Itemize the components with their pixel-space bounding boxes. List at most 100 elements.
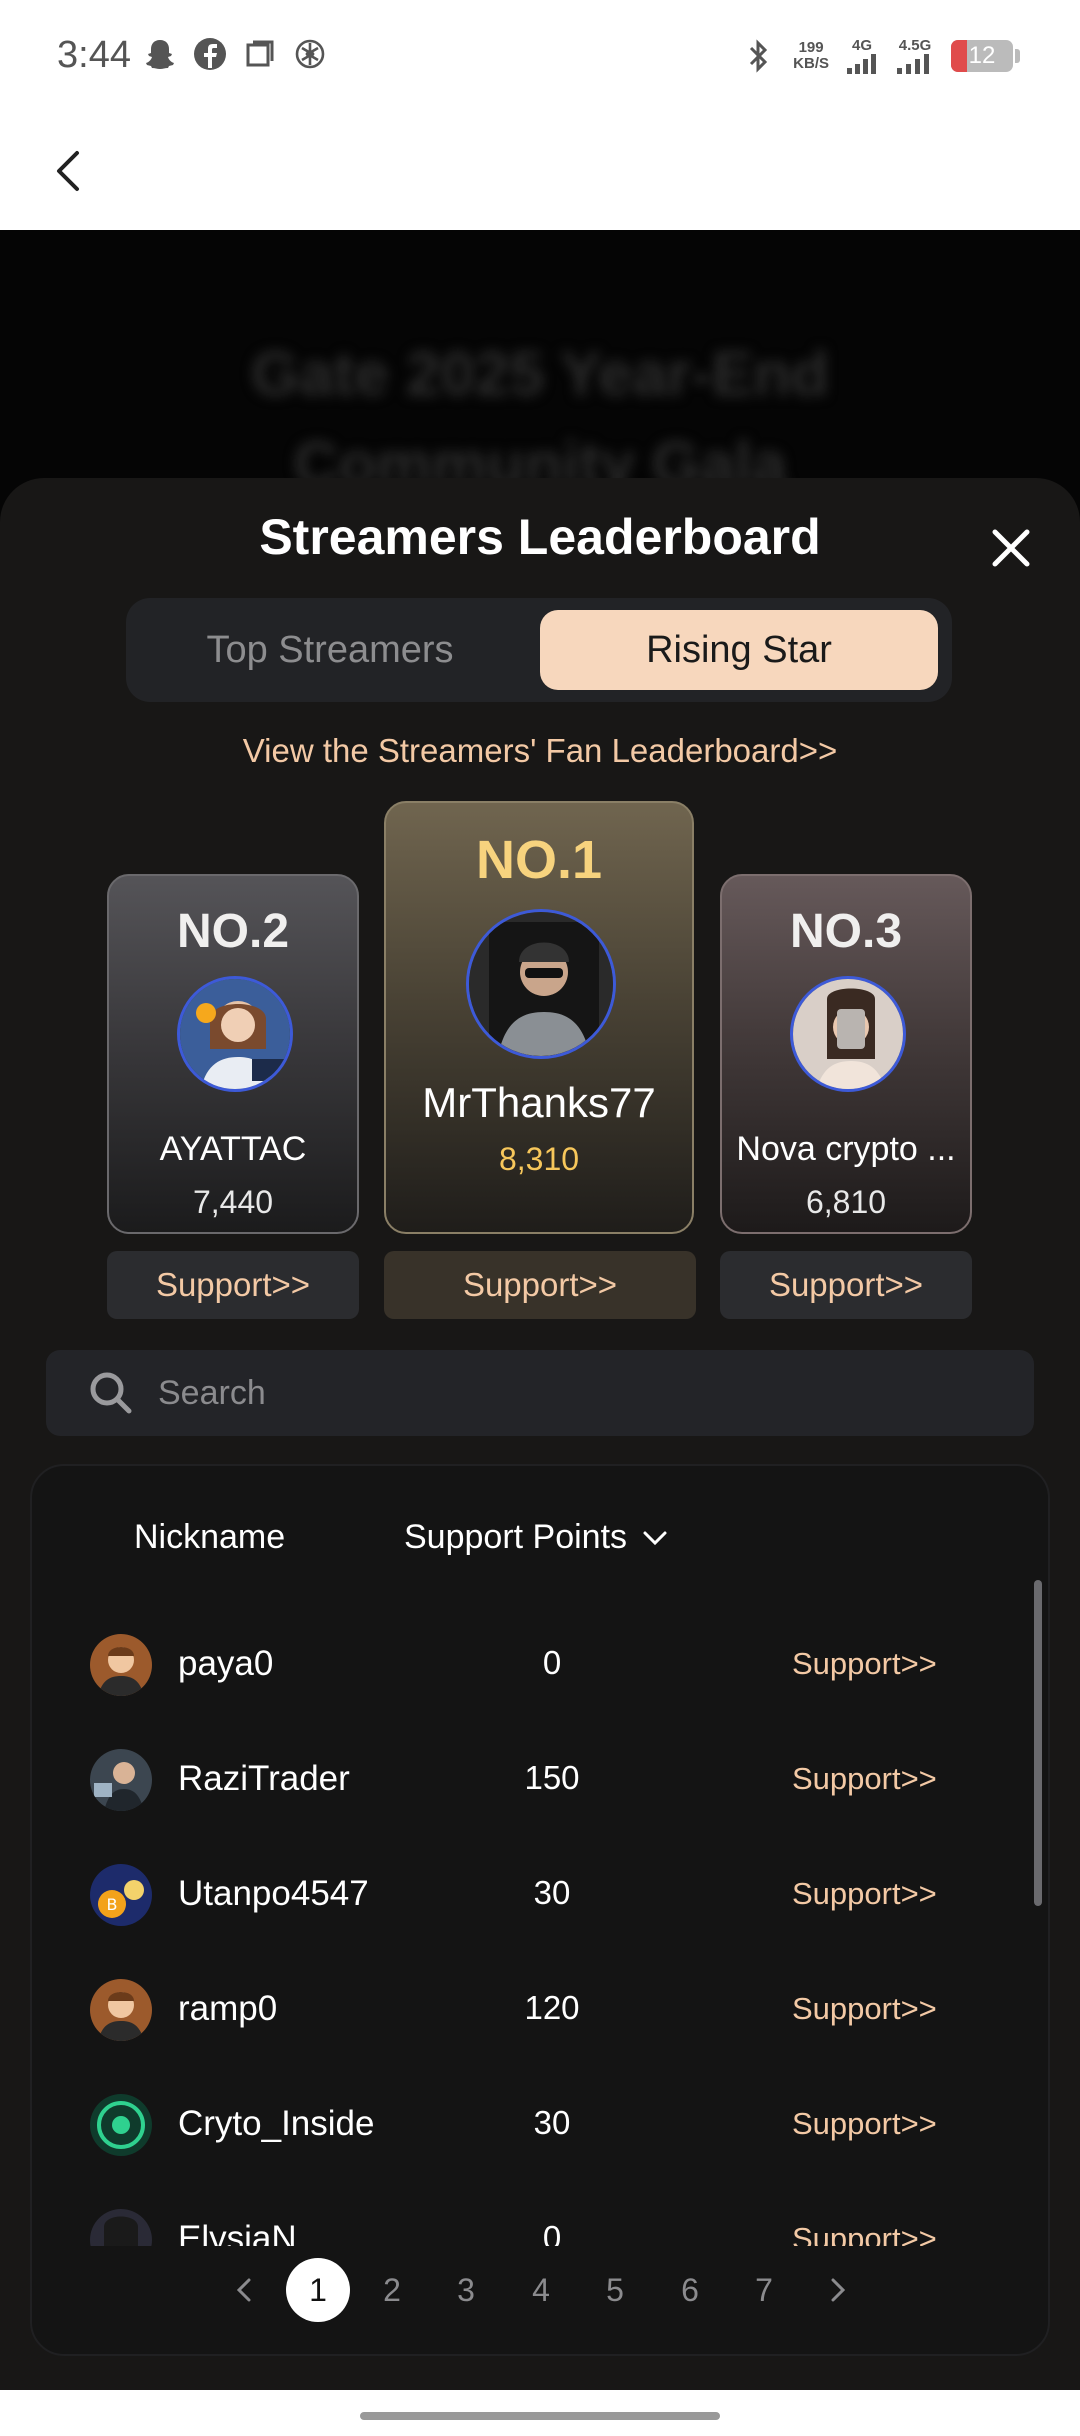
row-points: 0 xyxy=(542,1644,562,1681)
row-nickname: paya0 xyxy=(178,1644,274,1683)
row-points: 0 xyxy=(542,2219,562,2246)
signal-1: 4G xyxy=(845,38,879,74)
table-row: ramp0 120 Support>> xyxy=(32,1951,1022,2066)
battery-indicator: 12 xyxy=(951,40,1020,72)
table-row: paya0 0 Support>> xyxy=(32,1606,1022,1721)
ranking-list: Nickname Support Points paya0 0 Support>… xyxy=(30,1464,1050,2356)
page-3-button[interactable]: 3 xyxy=(434,2258,498,2322)
network-speed: 199 KB/S xyxy=(793,40,829,72)
podium-rank: NO.2 xyxy=(176,905,290,958)
page-4-button[interactable]: 4 xyxy=(509,2258,573,2322)
row-nickname: RaziTrader xyxy=(178,1759,350,1798)
support-button-rank-3[interactable]: Support>> xyxy=(720,1251,972,1319)
signal-2: 4.5G xyxy=(895,38,935,74)
avatar xyxy=(790,976,906,1092)
chevron-left-icon xyxy=(57,151,79,191)
status-indicators: 199 KB/S 4G 4.5G 12 xyxy=(741,38,1020,74)
avatar xyxy=(90,1749,152,1811)
search-input[interactable] xyxy=(158,1373,958,1413)
close-icon xyxy=(992,529,1030,567)
podium-card-3[interactable]: NO.3 Nova crypto ... 6,810 xyxy=(720,874,972,1234)
leaderboard-sheet: Streamers Leaderboard Top Streamers Risi… xyxy=(0,478,1080,2390)
row-points: 120 xyxy=(524,1989,580,2026)
signal-bars-icon xyxy=(847,54,876,74)
facebook-icon xyxy=(192,36,228,72)
row-support-button[interactable]: Support>> xyxy=(792,2106,937,2142)
support-button-rank-2[interactable]: Support>> xyxy=(107,1251,359,1319)
snapchat-icon xyxy=(142,36,178,72)
network-speed-value: 199 xyxy=(798,39,824,56)
chevron-left-icon xyxy=(236,2278,251,2302)
sheet-title: Streamers Leaderboard xyxy=(259,509,821,565)
next-page-button[interactable] xyxy=(806,2258,870,2322)
row-support-button[interactable]: Support>> xyxy=(792,1761,937,1797)
support-button-rank-1[interactable]: Support>> xyxy=(384,1251,696,1319)
search-bar[interactable] xyxy=(46,1350,1034,1436)
podium-rank: NO.1 xyxy=(475,830,603,890)
podium-card-1[interactable]: NO.1 MrThanks77 8,310 xyxy=(384,801,694,1234)
fan-leaderboard-link[interactable]: View the Streamers' Fan Leaderboard>> xyxy=(0,732,1080,770)
back-button[interactable] xyxy=(38,141,98,201)
chevron-right-icon xyxy=(831,2278,846,2302)
status-time: 3:44 xyxy=(57,34,131,76)
avatar xyxy=(90,1979,152,2041)
home-bar[interactable] xyxy=(360,2412,720,2420)
network-speed-unit: KB/S xyxy=(793,55,829,72)
ranking-rows: paya0 0 Support>> RaziTrader 150 Support… xyxy=(32,1536,1032,2246)
app-header xyxy=(0,115,1080,230)
row-nickname: Utanpo4547 xyxy=(178,1874,369,1913)
page-5-button[interactable]: 5 xyxy=(583,2258,647,2322)
podium-card-2[interactable]: NO.2 AYATTAC 7,440 xyxy=(107,874,359,1234)
podium-name: AYATTAC xyxy=(159,1130,307,1168)
network-type-1: 4G xyxy=(851,37,872,54)
avatar xyxy=(177,976,293,1092)
page-2-button[interactable]: 2 xyxy=(360,2258,424,2322)
table-row: RaziTrader 150 Support>> xyxy=(32,1721,1022,1836)
battery-level: 12 xyxy=(968,42,996,69)
avatar: B xyxy=(90,1864,152,1926)
network-type-2: 4.5G xyxy=(898,37,932,54)
page-1-button[interactable]: 1 xyxy=(286,2258,350,2322)
battery-icon: 12 xyxy=(951,40,1013,72)
notification-icons xyxy=(142,36,328,72)
background-title-line1: Gate 2025 Year-End xyxy=(251,340,829,409)
search-icon xyxy=(90,1372,132,1414)
avatar xyxy=(90,2209,152,2246)
podium-score: 6,810 xyxy=(805,1184,887,1220)
row-points: 30 xyxy=(533,1874,571,1911)
avatar xyxy=(466,909,616,1059)
row-support-button[interactable]: Support>> xyxy=(792,2221,937,2246)
row-nickname: Cryto_Inside xyxy=(178,2104,375,2143)
row-nickname: ramp0 xyxy=(178,1989,278,2028)
row-support-button[interactable]: Support>> xyxy=(792,1991,937,2027)
page-7-button[interactable]: 7 xyxy=(732,2258,796,2322)
home-indicator xyxy=(0,2390,1080,2436)
page-6-button[interactable]: 6 xyxy=(658,2258,722,2322)
podium-score: 8,310 xyxy=(498,1141,580,1177)
podium-name: Nova crypto ... xyxy=(736,1130,956,1168)
bluetooth-icon xyxy=(741,38,777,74)
close-button[interactable] xyxy=(986,523,1036,573)
podium-score: 7,440 xyxy=(192,1184,274,1220)
table-row: ElysiaN 0 Support>> xyxy=(32,2181,1022,2246)
svg-text:B: B xyxy=(107,1895,118,1914)
row-points: 30 xyxy=(533,2104,571,2141)
table-row: Cryto_Inside 30 Support>> xyxy=(32,2066,1022,2181)
avatar xyxy=(90,2094,152,2156)
tab-rising-star[interactable]: Rising Star xyxy=(540,610,938,690)
leaderboard-tabs: Top Streamers Rising Star xyxy=(126,598,952,702)
row-support-button[interactable]: Support>> xyxy=(792,1876,937,1912)
tab-top-streamers[interactable]: Top Streamers xyxy=(140,610,520,690)
podium-rank: NO.3 xyxy=(789,905,903,958)
pagination: 1 2 3 4 5 6 7 xyxy=(32,2256,1048,2326)
table-row: B Utanpo4547 30 Support>> xyxy=(32,1836,1022,1951)
signal-bars-icon xyxy=(897,54,929,74)
prev-page-button[interactable] xyxy=(212,2258,276,2322)
screen-icon xyxy=(242,36,278,72)
avatar xyxy=(90,1634,152,1696)
list-scrollbar[interactable] xyxy=(1034,1580,1042,1906)
row-support-button[interactable]: Support>> xyxy=(792,1646,937,1682)
openai-icon xyxy=(292,36,328,72)
podium-name: MrThanks77 xyxy=(422,1079,656,1126)
row-nickname: ElysiaN xyxy=(178,2219,297,2246)
